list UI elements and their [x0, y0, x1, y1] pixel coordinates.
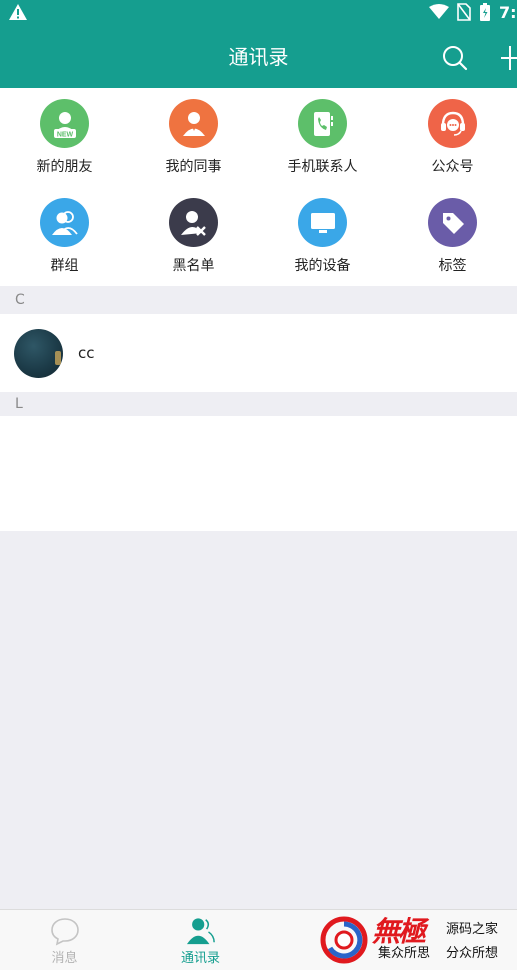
plus-icon[interactable]: [499, 44, 517, 72]
watermark-brand: 無極: [372, 915, 426, 948]
tab-label: 通讯录: [180, 951, 220, 966]
tab-contacts[interactable]: 通讯录: [136, 910, 265, 970]
group-icon: [40, 198, 89, 247]
status-bar: 7:: [0, 0, 517, 26]
feature-grid: NEW 新的朋友 我的同事 手机联系人 公众号 群组 黑名单 我的设备 标签: [0, 88, 517, 286]
blacklist-icon: [169, 198, 218, 247]
contact-row[interactable]: cc: [0, 314, 517, 392]
watermark-logo-icon: [320, 916, 368, 964]
watermark-line1: 源码之家: [446, 922, 499, 937]
feature-label: 手机联系人: [287, 159, 358, 175]
phone-contacts-icon: [298, 99, 347, 148]
tag-icon: [428, 198, 477, 247]
status-time: 7:: [499, 2, 517, 22]
public-account-icon: [428, 99, 477, 148]
watermark-line2: 集众所思: [378, 946, 431, 961]
warning-icon: [9, 4, 27, 20]
watermark-line3: 分众所想: [446, 946, 499, 961]
avatar: [14, 329, 63, 378]
colleague-icon: [169, 99, 218, 148]
contacts-icon: [186, 918, 215, 945]
feature-label: 公众号: [431, 159, 474, 175]
new-friend-icon: NEW: [40, 99, 89, 148]
contact-list-empty: [0, 416, 517, 531]
section-header-c: C: [0, 286, 517, 314]
wifi-icon: [429, 4, 449, 19]
feature-blacklist[interactable]: 黑名单: [129, 187, 258, 286]
feature-label: 黑名单: [172, 258, 215, 274]
chat-bubble-icon: [51, 918, 79, 946]
feature-label: 新的朋友: [36, 159, 93, 175]
feature-groups[interactable]: 群组: [0, 187, 129, 286]
search-icon[interactable]: [441, 44, 469, 72]
feature-phone-contacts[interactable]: 手机联系人: [258, 88, 387, 187]
battery-icon: [480, 3, 490, 21]
feature-label: 我的同事: [165, 159, 222, 175]
app-header: 7: 通讯录: [0, 0, 517, 88]
watermark: 無極 源码之家 集众所思 分众所想: [318, 914, 517, 970]
page-title: 通讯录: [228, 45, 289, 69]
no-sim-icon: [457, 3, 471, 21]
feature-label: 我的设备: [294, 258, 351, 274]
feature-public-accounts[interactable]: 公众号: [388, 88, 517, 187]
feature-devices[interactable]: 我的设备: [258, 187, 387, 286]
tab-label: 消息: [51, 951, 78, 966]
contact-name: cc: [78, 344, 95, 362]
feature-new-friends[interactable]: NEW 新的朋友: [0, 88, 129, 187]
feature-label: 标签: [438, 258, 467, 274]
new-badge: NEW: [56, 131, 73, 138]
feature-tags[interactable]: 标签: [388, 187, 517, 286]
tab-messages[interactable]: 消息: [0, 910, 129, 970]
device-icon: [298, 198, 347, 247]
section-header-l: L: [0, 392, 517, 416]
feature-colleagues[interactable]: 我的同事: [129, 88, 258, 187]
feature-label: 群组: [50, 258, 79, 274]
